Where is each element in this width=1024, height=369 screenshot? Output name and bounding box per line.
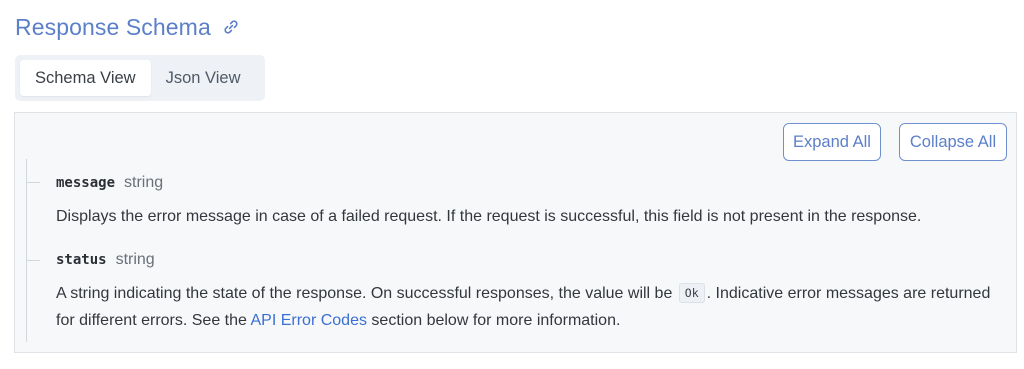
property-description: A string indicating the state of the res… xyxy=(56,280,996,334)
description-text: section below for more information. xyxy=(371,312,621,329)
property-description: Displays the error message in case of a … xyxy=(56,208,922,225)
expand-all-button[interactable]: Expand All xyxy=(783,123,881,161)
property-type: string xyxy=(124,174,164,191)
tab-schema-view[interactable]: Schema View xyxy=(20,60,151,96)
api-error-codes-link[interactable]: API Error Codes xyxy=(250,312,366,329)
tree-guide-line xyxy=(26,159,27,342)
tab-json-view[interactable]: Json View xyxy=(151,60,256,96)
description-text: A string indicating the state of the res… xyxy=(56,285,673,302)
section-title: Response Schema xyxy=(15,13,211,40)
property-header: message string xyxy=(56,174,996,196)
schema-property-message: message string Displays the error messag… xyxy=(56,174,996,230)
link-icon[interactable] xyxy=(222,18,240,36)
collapse-all-button[interactable]: Collapse All xyxy=(899,123,1007,161)
tree-branch xyxy=(26,260,40,261)
section-header: Response Schema xyxy=(15,12,240,42)
view-tabs: Schema View Json View xyxy=(15,55,265,101)
property-name: status xyxy=(56,252,107,268)
property-name: message xyxy=(56,175,116,191)
schema-property-status: status string A string indicating the st… xyxy=(56,251,996,334)
property-type: string xyxy=(115,251,155,268)
schema-panel: Expand All Collapse All message string D… xyxy=(14,112,1017,353)
inline-code-value: Ok xyxy=(678,283,705,303)
property-header: status string xyxy=(56,251,996,273)
tree-branch xyxy=(26,182,40,183)
